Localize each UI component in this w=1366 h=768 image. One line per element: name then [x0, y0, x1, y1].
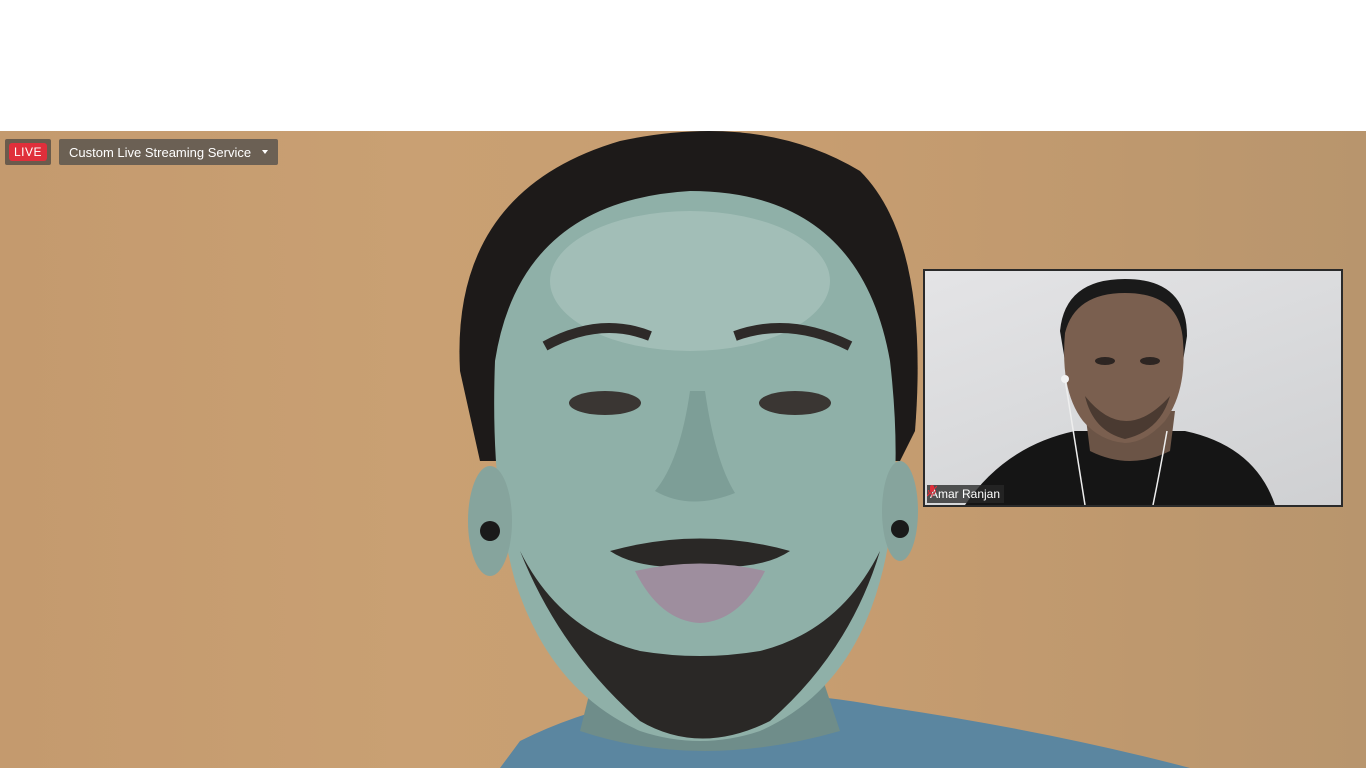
- participant-name-tag: Amar Ranjan: [927, 485, 1005, 503]
- main-video-feed[interactable]: LIVE Custom Live Streaming Service Amar …: [0, 131, 1366, 768]
- participant-name: Amar Ranjan: [930, 487, 1001, 501]
- mic-muted-icon: [927, 485, 937, 497]
- streaming-service-label: Custom Live Streaming Service: [69, 144, 252, 160]
- top-blank-area: [0, 0, 1366, 131]
- live-indicator: LIVE: [5, 139, 52, 165]
- live-label: LIVE: [9, 143, 48, 161]
- participant-video: [965, 279, 1275, 505]
- streaming-service-dropdown[interactable]: Custom Live Streaming Service: [59, 139, 279, 165]
- participant-thumbnail[interactable]: Amar Ranjan: [923, 269, 1343, 507]
- caret-down-icon: [262, 150, 269, 154]
